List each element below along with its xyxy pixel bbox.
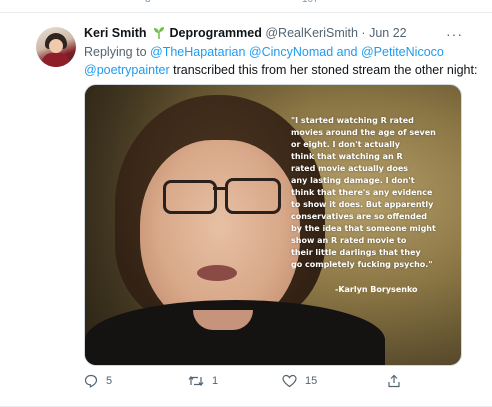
mention-link[interactable]: @CincyNomad [249, 45, 333, 59]
quote-line: their little darlings that they [291, 248, 421, 257]
avatar[interactable] [36, 27, 76, 67]
prev-like-count: 107 [302, 0, 319, 5]
mention-link[interactable]: @PetiteNicoco [361, 45, 444, 59]
replying-prefix: Replying to [84, 45, 147, 59]
text-mention-link[interactable]: @poetrypainter [84, 63, 170, 77]
tweet-text: @poetrypainter transcribed this from her… [84, 63, 477, 77]
quote-line: think that watching an R [291, 152, 403, 161]
retweet-button[interactable]: 1 [188, 374, 218, 388]
media-quote: "I started watching R rated movies aroun… [291, 115, 451, 271]
reply-button[interactable]: 5 [84, 374, 112, 388]
author-handle[interactable]: @RealKeriSmith [265, 26, 358, 40]
like-count: 15 [305, 375, 318, 387]
share-button[interactable] [387, 374, 401, 388]
tweet-date[interactable]: Jun 22 [369, 26, 407, 40]
quote-line: to show it does. But apparently [291, 200, 434, 209]
replying-to-line: Replying to @TheHapatarian @CincyNomad a… [84, 45, 444, 59]
quote-line: rated movie actually does [291, 164, 409, 173]
sprout-icon [154, 27, 164, 39]
separator-dot: · [361, 26, 366, 40]
quote-line: conservatives are so offended [291, 212, 428, 221]
retweet-count: 1 [212, 375, 219, 387]
tweet-text-body: transcribed this from her stoned stream … [169, 63, 478, 77]
reply-count: 5 [106, 375, 113, 387]
prev-reply-count: 3 [145, 0, 151, 5]
tweet-header: Keri Smith Deprogrammed @RealKeriSmith ·… [84, 26, 407, 40]
previous-tweet-actions: 3 107 [0, 0, 492, 5]
author-name[interactable]: Keri Smith [84, 26, 147, 40]
tweet-actions: 5 1 15 [84, 374, 460, 392]
retweet-icon [188, 376, 204, 386]
share-icon [388, 374, 400, 388]
quote-line: "I started watching R rated [291, 116, 414, 125]
author-name-suffix[interactable]: Deprogrammed [169, 26, 261, 40]
quote-line: by the idea that someone might [291, 224, 436, 233]
tweet-divider [0, 12, 492, 13]
more-icon[interactable]: ··· [446, 26, 463, 42]
quote-attribution: -Karlyn Borysenko [335, 285, 418, 294]
mention-link[interactable]: @TheHapatarian [150, 45, 245, 59]
like-icon [282, 374, 297, 388]
quote-line: go completely fucking psycho." [291, 260, 433, 269]
replying-and[interactable]: and [337, 45, 358, 59]
reply-icon [84, 374, 98, 388]
tweet-media-image[interactable]: "I started watching R rated movies aroun… [84, 84, 462, 366]
quote-line: think that there's any evidence [291, 188, 433, 197]
quote-line: any lasting damage. I don't [291, 176, 415, 185]
quote-line: show an R rated movie to [291, 236, 407, 245]
quote-line: movies around the age of seven [291, 128, 436, 137]
quote-line: or eight. I don't actually [291, 140, 400, 149]
like-button[interactable]: 15 [282, 374, 317, 388]
